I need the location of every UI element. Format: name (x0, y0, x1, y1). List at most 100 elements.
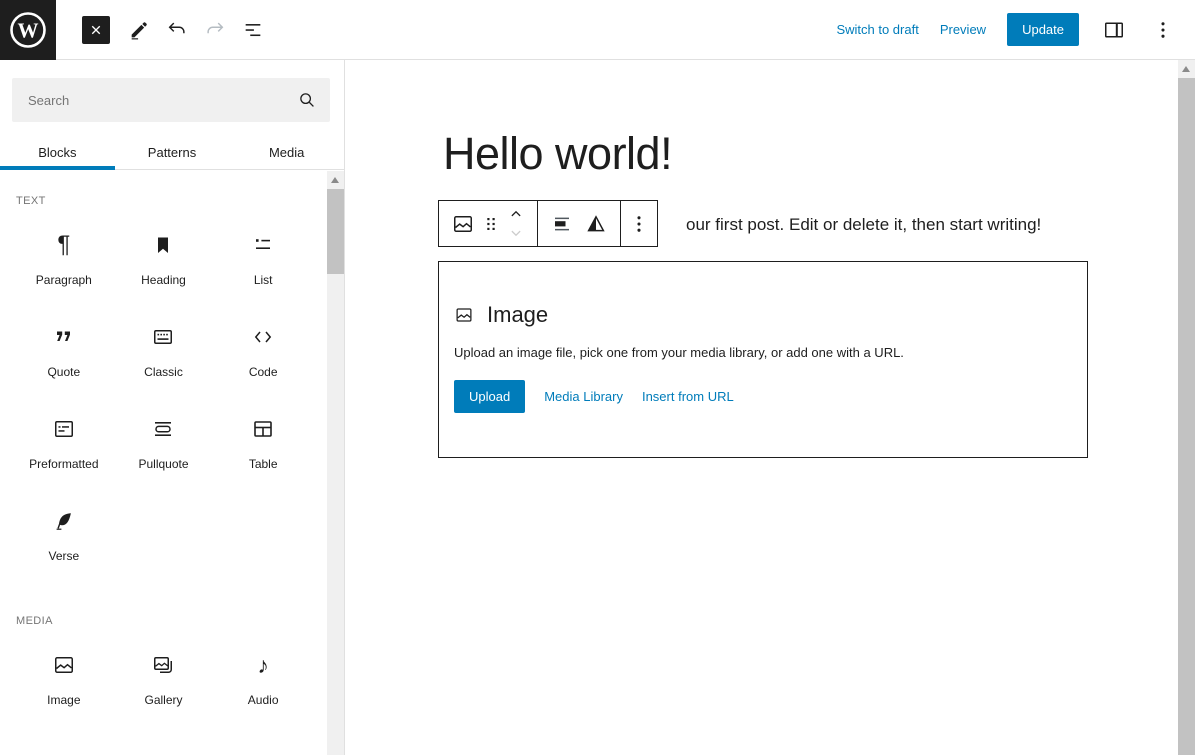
redo-button[interactable] (202, 17, 228, 43)
block-item-label: Heading (141, 273, 186, 287)
block-movers (502, 205, 530, 243)
drag-handle[interactable] (480, 204, 502, 244)
undo-button[interactable] (164, 17, 190, 43)
block-toolbar-group-main (439, 201, 537, 246)
list-icon (251, 231, 275, 259)
post-title[interactable]: Hello world! (443, 128, 672, 180)
settings-sidebar-button[interactable] (1100, 16, 1128, 44)
move-up-button[interactable] (502, 205, 530, 224)
sidebar-scrollbar-thumb[interactable] (327, 189, 344, 274)
post-content: Hello world! our first post. Edit or del… (438, 60, 1090, 755)
pullquote-icon (151, 415, 175, 443)
block-item-list[interactable]: List (213, 231, 313, 287)
update-button[interactable]: Update (1007, 13, 1079, 46)
block-options-button[interactable] (628, 204, 650, 244)
block-item-label: Classic (144, 365, 183, 379)
image-block-placeholder[interactable]: Image Upload an image file, pick one fro… (438, 261, 1088, 458)
block-item-label: Preformatted (29, 457, 98, 471)
preview-link[interactable]: Preview (940, 22, 986, 37)
block-list: TEXT ¶ Paragraph Heading List Quote Classic Cod… (0, 171, 327, 755)
wordpress-logo[interactable]: W (0, 0, 56, 60)
block-item-audio[interactable]: ♪ Audio (213, 651, 313, 707)
block-inserter-panel: BlocksPatternsMedia TEXT ¶ Paragraph Headin… (0, 60, 345, 755)
vertical-ellipsis-icon (627, 212, 651, 236)
block-toolbar-group-options (620, 201, 657, 246)
search-box[interactable] (12, 78, 330, 122)
quote-icon (52, 323, 76, 351)
list-view-button[interactable] (240, 17, 266, 43)
drag-handle-icon (479, 212, 503, 236)
image-block-header: Image (454, 302, 1087, 328)
list-view-icon (242, 19, 264, 41)
block-item-label: Code (249, 365, 278, 379)
duotone-filter-button[interactable] (579, 204, 613, 244)
block-item-label: Pullquote (138, 457, 188, 471)
block-item-quote[interactable]: Quote (14, 323, 114, 379)
editor-canvas[interactable]: Hello world! our first post. Edit or del… (345, 60, 1178, 755)
image-block-icon (451, 212, 475, 236)
media-library-button[interactable]: Media Library (544, 389, 623, 404)
block-item-table[interactable]: Table (213, 415, 313, 471)
sidebar-panel-icon (1102, 18, 1126, 42)
block-grid: ¶ Paragraph Heading List Quote Classic Code Pre… (14, 231, 313, 563)
block-item-label: List (254, 273, 273, 287)
classic-keyboard-icon (151, 323, 175, 351)
align-button[interactable] (545, 204, 579, 244)
block-item-label: Verse (48, 549, 79, 563)
block-item-code[interactable]: Code (213, 323, 313, 379)
search-input[interactable] (12, 93, 330, 108)
scroll-up-arrow-icon[interactable] (1182, 66, 1190, 72)
block-section-text: TEXT ¶ Paragraph Heading List Quote Classic Cod… (14, 195, 313, 563)
preformatted-icon (52, 415, 76, 443)
options-menu-button[interactable] (1149, 16, 1177, 44)
scroll-up-arrow-icon[interactable] (331, 177, 339, 183)
image-icon (52, 651, 76, 679)
switch-to-draft-link[interactable]: Switch to draft (836, 22, 918, 37)
block-toolbar (438, 200, 658, 247)
wordpress-logo-icon: W (0, 0, 56, 60)
verse-feather-icon (52, 507, 76, 535)
page-scrollbar[interactable] (1178, 60, 1195, 755)
sidebar-scrollbar[interactable] (327, 171, 344, 755)
redo-arrow-icon (204, 19, 226, 41)
block-item-pullquote[interactable]: Pullquote (114, 415, 214, 471)
block-item-label: Paragraph (36, 273, 92, 287)
block-item-heading[interactable]: Heading (114, 231, 214, 287)
toggle-block-inserter-button[interactable] (82, 16, 110, 44)
insert-from-url-button[interactable]: Insert from URL (642, 389, 734, 404)
chevron-down-icon (507, 224, 525, 242)
inserter-tabs: BlocksPatternsMedia (0, 135, 344, 170)
block-toolbar-group-format (537, 201, 620, 246)
image-block-title: Image (487, 302, 548, 328)
block-item-image[interactable]: Image (14, 651, 114, 707)
paragraph-block-text[interactable]: our first post. Edit or delete it, then … (686, 214, 1041, 236)
audio-note-icon: ♪ (257, 651, 269, 679)
block-item-label: Table (249, 457, 278, 471)
table-icon (251, 415, 275, 443)
image-block-type-button[interactable] (446, 204, 480, 244)
move-down-button[interactable] (502, 224, 530, 243)
tab-media[interactable]: Media (229, 135, 344, 169)
image-block-actions: Upload Media Library Insert from URL (454, 380, 1087, 413)
block-item-gallery[interactable]: Gallery (114, 651, 214, 707)
block-item-label: Gallery (144, 693, 182, 707)
block-item-classic[interactable]: Classic (114, 323, 214, 379)
close-icon (87, 21, 105, 39)
svg-text:W: W (18, 18, 39, 42)
image-block-description: Upload an image file, pick one from your… (454, 345, 1087, 360)
page-scrollbar-thumb[interactable] (1178, 78, 1195, 755)
tab-blocks[interactable]: Blocks (0, 135, 115, 169)
block-item-preformatted[interactable]: Preformatted (14, 415, 114, 471)
pencil-icon (128, 19, 150, 41)
block-item-label: Audio (248, 693, 279, 707)
paragraph-icon: ¶ (57, 231, 70, 259)
duotone-filter-icon (584, 212, 608, 236)
tools-button[interactable] (126, 17, 152, 43)
upload-button[interactable]: Upload (454, 380, 525, 413)
topbar-actions: Switch to draft Preview Update (836, 13, 1195, 46)
section-title: TEXT (16, 195, 313, 207)
code-icon (251, 323, 275, 351)
block-item-verse[interactable]: Verse (14, 507, 114, 563)
tab-patterns[interactable]: Patterns (115, 135, 230, 169)
block-item-paragraph[interactable]: ¶ Paragraph (14, 231, 114, 287)
